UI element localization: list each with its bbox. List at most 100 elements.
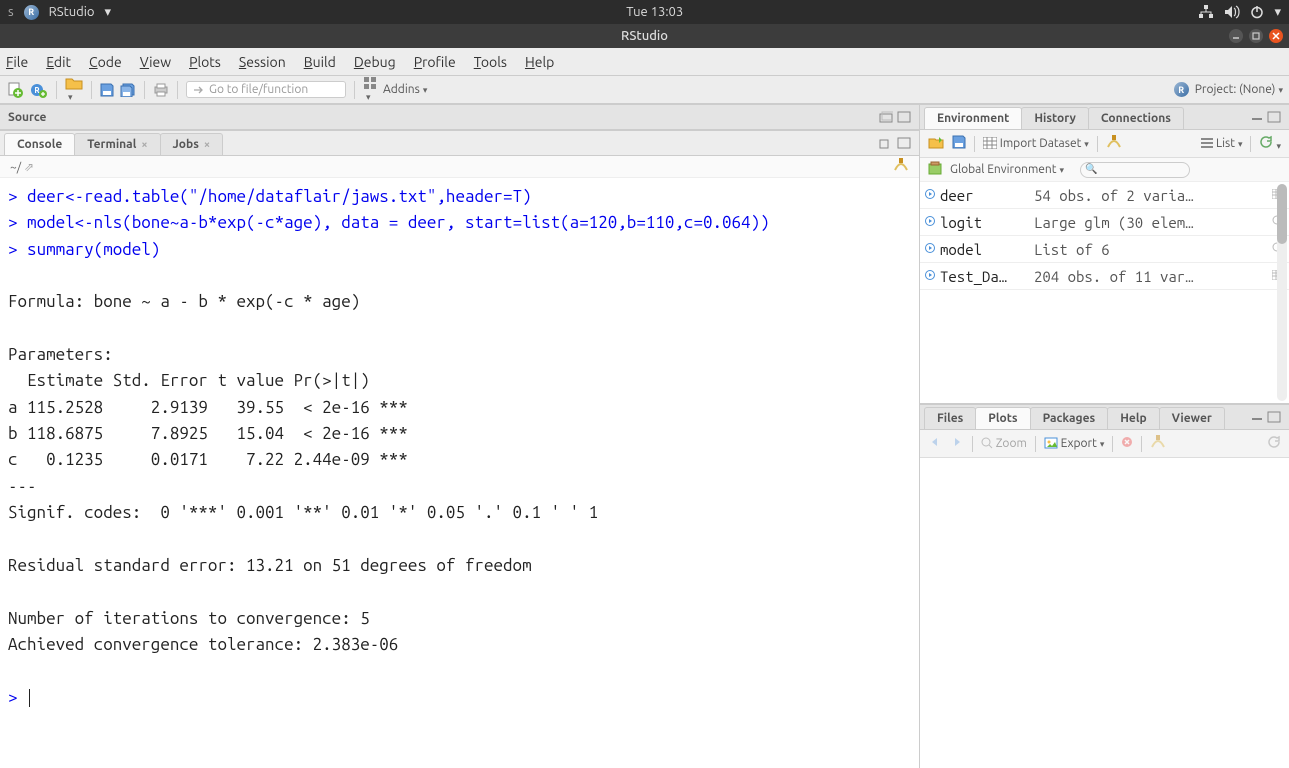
environment-toolbar: Import Dataset List [920,130,1289,158]
console-subheader: ~/ ⇗ [0,156,919,178]
grid-icon[interactable] [363,76,377,103]
env-expand-icon[interactable] [920,270,940,283]
env-expand-icon[interactable] [920,243,940,256]
activities-label[interactable]: s [8,5,14,19]
plot-clear-icon[interactable] [1150,435,1166,452]
environment-pane-tabs: Environment History Connections [920,104,1289,130]
clock[interactable]: Tue 13:03 [626,5,683,19]
window-minimize-button[interactable] [1229,29,1243,43]
menu-build[interactable]: Build [304,54,336,70]
tab-jobs-close-icon[interactable]: × [204,139,210,151]
menu-session[interactable]: Session [239,54,286,70]
tab-history[interactable]: History [1021,107,1089,129]
plot-prev-icon[interactable] [928,436,942,451]
menu-help[interactable]: Help [525,54,554,70]
system-dropdown-icon[interactable]: ▾ [1274,5,1281,20]
power-icon[interactable] [1250,5,1264,19]
plot-refresh-icon[interactable] [1267,435,1281,452]
goto-file-input[interactable]: Go to file/function [186,81,346,98]
env-pane-maximize-icon[interactable] [1267,111,1281,123]
menu-edit[interactable]: Edit [46,54,71,70]
env-expand-icon[interactable] [920,216,940,229]
window-title: RStudio [621,29,668,43]
environment-scope-bar: Global Environment [920,158,1289,182]
plot-export-button[interactable]: Export [1044,437,1105,450]
menu-plots[interactable]: Plots [189,54,221,70]
menu-view[interactable]: View [140,54,171,70]
env-load-icon[interactable] [928,135,944,152]
env-item-name: Test_Da… [940,268,1030,285]
menu-debug[interactable]: Debug [354,54,396,70]
env-view-mode[interactable]: List [1201,137,1242,150]
tab-files[interactable]: Files [924,407,976,429]
goto-placeholder: Go to file/function [209,83,308,96]
network-icon[interactable] [1198,5,1214,19]
console-pane-tabs: Console Terminal× Jobs × [0,130,919,156]
tab-environment[interactable]: Environment [924,107,1022,129]
tab-viewer[interactable]: Viewer [1159,407,1225,429]
env-clear-icon[interactable] [1106,135,1122,152]
menu-code[interactable]: Code [89,54,122,70]
tab-jobs-label: Jobs [173,138,199,151]
tab-plots[interactable]: Plots [975,407,1030,429]
plot-zoom-button[interactable]: Zoom [981,437,1027,450]
env-save-icon[interactable] [952,135,966,152]
env-scope-dropdown[interactable]: Global Environment [950,163,1064,176]
window-maximize-button[interactable] [1249,29,1263,43]
env-scrollbar[interactable] [1277,184,1287,401]
console-pane-restore-icon[interactable] [879,137,893,149]
tab-terminal[interactable]: Terminal× [74,133,160,155]
menu-profile[interactable]: Profile [414,54,456,70]
console-output[interactable]: > deer<-read.table("/home/dataflair/jaws… [0,178,919,768]
tab-packages-label: Packages [1043,412,1096,425]
env-expand-icon[interactable] [920,189,940,202]
print-icon[interactable] [153,83,169,97]
addins-dropdown[interactable]: Addins [383,83,427,96]
app-menu-dropdown-icon[interactable]: ▾ [104,5,111,20]
tab-console[interactable]: Console [4,133,75,155]
env-pane-minimize-icon[interactable] [1251,111,1263,123]
project-menu[interactable]: Project: (None) [1195,83,1283,96]
tab-packages[interactable]: Packages [1030,407,1109,429]
console-wd[interactable]: ~/ [10,161,21,174]
env-search-input[interactable] [1080,162,1190,178]
tab-console-label: Console [17,138,62,151]
tab-help[interactable]: Help [1107,407,1159,429]
env-refresh-icon[interactable] [1259,135,1281,152]
volume-icon[interactable] [1224,5,1240,19]
tab-files-label: Files [937,412,963,425]
plot-toolbar: Zoom Export [920,430,1289,458]
plot-remove-icon[interactable] [1121,436,1133,451]
new-file-icon[interactable] [6,81,24,99]
env-item-desc: List of 6 [1030,241,1267,258]
tab-connections[interactable]: Connections [1088,107,1184,129]
console-wd-popout-icon[interactable]: ⇗ [24,161,34,174]
console-pane-maximize-icon[interactable] [897,137,911,149]
tab-jobs[interactable]: Jobs × [160,133,224,155]
new-project-icon[interactable]: R [30,81,48,99]
env-row-logit[interactable]: logitLarge glm (30 elem… [920,209,1289,236]
env-row-deer[interactable]: deer54 obs. of 2 varia… [920,182,1289,209]
menu-file[interactable]: File [6,54,28,70]
console-clear-icon[interactable] [893,158,909,175]
env-row-Test_Da[interactable]: Test_Da…204 obs. of 11 var… [920,263,1289,290]
open-file-icon[interactable] [65,76,83,103]
main-toolbar: R Go to file/function Addins R Project: … [0,76,1289,104]
source-pane-restore-icon[interactable] [879,111,893,123]
plot-next-icon[interactable] [950,436,964,451]
env-row-model[interactable]: modelList of 6 [920,236,1289,263]
import-dataset-button[interactable]: Import Dataset [983,137,1089,150]
save-all-icon[interactable] [120,83,136,97]
import-dataset-label: Import Dataset [1000,137,1082,150]
tab-terminal-close-icon[interactable]: × [141,139,147,151]
menu-tools[interactable]: Tools [474,54,507,70]
source-pane-maximize-icon[interactable] [897,111,911,123]
plot-pane-maximize-icon[interactable] [1267,411,1281,423]
window-close-button[interactable] [1269,29,1283,43]
source-pane-title: Source [8,111,46,124]
app-menu-name[interactable]: RStudio [49,5,95,19]
save-icon[interactable] [100,83,114,97]
tab-history-label: History [1034,112,1076,125]
env-item-name: model [940,241,1030,258]
plot-pane-minimize-icon[interactable] [1251,411,1263,423]
